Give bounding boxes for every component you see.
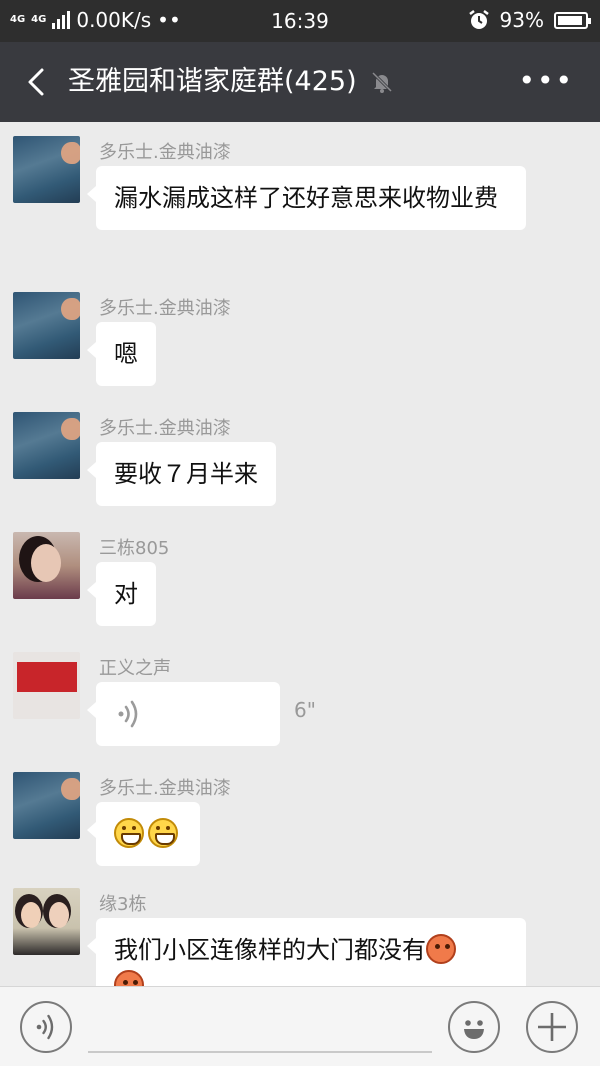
woman-avatar[interactable] — [13, 532, 80, 599]
message-bubble[interactable]: 漏水漏成这样了还好意思来收物业费 — [87, 166, 526, 230]
sender-name: 多乐士.金典油漆 — [99, 142, 231, 163]
grin-emoji — [114, 818, 144, 848]
back-arrow-icon[interactable] — [20, 64, 56, 100]
sender-name: 缘3栋 — [99, 894, 147, 915]
voice-message-bubble[interactable] — [87, 682, 280, 746]
duo-avatar[interactable] — [13, 888, 80, 955]
mute-bell-icon — [371, 71, 393, 93]
plus-icon — [538, 1013, 566, 1041]
emoji-button[interactable] — [448, 1001, 500, 1053]
flushed-emoji — [114, 970, 144, 986]
sea-avatar[interactable] — [13, 772, 80, 839]
plus-button[interactable] — [526, 1001, 578, 1053]
chat-header: 圣雅园和谐家庭群(425) ••• — [0, 42, 600, 122]
alarm-clock-icon — [468, 10, 489, 29]
chat-messages[interactable]: 多乐士.金典油漆 漏水漏成这样了还好意思来收物业费 多乐士.金典油漆 嗯 多乐士… — [0, 122, 600, 986]
message-bubble[interactable]: 我们小区连像样的大门都没有 — [87, 918, 526, 986]
voice-input-button[interactable] — [20, 1001, 72, 1053]
message-bubble[interactable]: 嗯 — [87, 322, 156, 386]
message-bubble[interactable]: 对 — [87, 562, 156, 626]
voice-duration: 6" — [294, 698, 316, 722]
sea-avatar[interactable] — [13, 136, 80, 203]
sender-name: 三栋805 — [99, 538, 170, 559]
sender-name: 正义之声 — [99, 658, 171, 679]
battery-icon — [554, 11, 591, 29]
battery-fill — [558, 15, 583, 25]
emoji-icon — [464, 1020, 484, 1039]
flushed-emoji — [426, 934, 456, 964]
sea-avatar[interactable] — [13, 412, 80, 479]
more-icon[interactable]: ••• — [518, 66, 574, 96]
grin-emoji — [148, 818, 178, 848]
input-bar — [0, 986, 600, 1066]
status-right: 93% — [468, 8, 591, 32]
voice-input-icon — [36, 1014, 54, 1040]
banner-avatar[interactable] — [13, 652, 80, 719]
sea-avatar[interactable] — [13, 292, 80, 359]
sender-name: 多乐士.金典油漆 — [99, 298, 231, 319]
message-bubble[interactable]: 要收７月半来 — [87, 442, 276, 506]
message-input[interactable] — [88, 1051, 432, 1053]
sender-name: 多乐士.金典油漆 — [99, 418, 231, 439]
status-bar: 4G 4G 0.00K/s •• 16:39 93% — [0, 0, 600, 42]
chat-title: 圣雅园和谐家庭群(425) — [68, 66, 357, 97]
battery-percent: 93% — [499, 8, 544, 32]
voice-wave-icon — [118, 700, 138, 728]
message-text: 我们小区连像样的大门都没有 — [114, 936, 426, 964]
emoji-message-bubble[interactable] — [87, 802, 200, 866]
sender-name: 多乐士.金典油漆 — [99, 778, 231, 799]
